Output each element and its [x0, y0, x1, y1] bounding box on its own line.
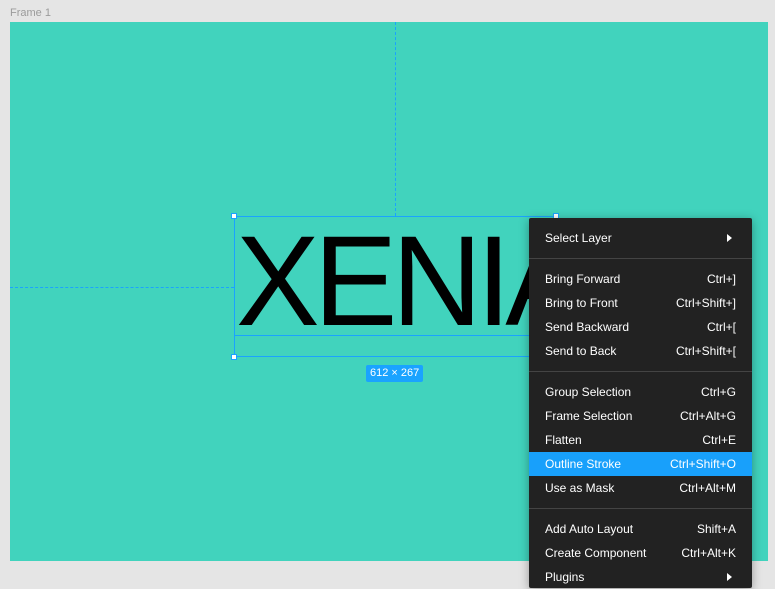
- menu-item-send-to-back[interactable]: Send to Back Ctrl+Shift+[: [529, 339, 752, 363]
- frame-label[interactable]: Frame 1: [10, 7, 51, 19]
- menu-item-send-backward[interactable]: Send Backward Ctrl+[: [529, 315, 752, 339]
- menu-item-label: Select Layer: [545, 231, 612, 245]
- menu-item-shortcut: Ctrl+G: [700, 385, 736, 399]
- horizontal-guide: [10, 287, 234, 288]
- submenu-arrow-icon: [727, 234, 732, 242]
- size-badge: 612 × 267: [366, 365, 424, 382]
- menu-item-label: Bring to Front: [545, 296, 618, 310]
- menu-separator: [529, 258, 752, 259]
- menu-item-bring-to-front[interactable]: Bring to Front Ctrl+Shift+]: [529, 291, 752, 315]
- menu-item-label: Outline Stroke: [545, 457, 622, 471]
- menu-item-select-layer[interactable]: Select Layer: [529, 226, 752, 250]
- menu-item-add-auto-layout[interactable]: Add Auto Layout Shift+A: [529, 517, 752, 541]
- menu-item-shortcut: Ctrl+Alt+M: [679, 481, 736, 495]
- menu-item-plugins[interactable]: Plugins: [529, 565, 752, 589]
- menu-item-label: Flatten: [545, 433, 582, 447]
- menu-item-label: Create Component: [545, 546, 647, 560]
- menu-item-shortcut: Shift+A: [696, 522, 736, 536]
- menu-item-label: Send to Back: [545, 344, 617, 358]
- context-menu: Select Layer Bring Forward Ctrl+] Bring …: [529, 218, 752, 588]
- menu-separator: [529, 508, 752, 509]
- selection-box[interactable]: [231, 213, 559, 360]
- menu-item-label: Add Auto Layout: [545, 522, 634, 536]
- menu-item-create-component[interactable]: Create Component Ctrl+Alt+K: [529, 541, 752, 565]
- menu-item-outline-stroke[interactable]: Outline Stroke Ctrl+Shift+O: [529, 452, 752, 476]
- menu-item-shortcut: Ctrl+]: [706, 272, 736, 286]
- menu-item-label: Bring Forward: [545, 272, 621, 286]
- resize-handle-bottom-left[interactable]: [231, 354, 237, 360]
- menu-item-frame-selection[interactable]: Frame Selection Ctrl+Alt+G: [529, 404, 752, 428]
- menu-item-shortcut: Ctrl+Alt+G: [679, 409, 736, 423]
- menu-item-bring-forward[interactable]: Bring Forward Ctrl+]: [529, 267, 752, 291]
- menu-separator: [529, 371, 752, 372]
- menu-item-shortcut: Ctrl+Shift+[: [675, 344, 736, 358]
- text-baseline: [235, 335, 555, 336]
- vertical-guide: [395, 22, 396, 216]
- menu-item-flatten[interactable]: Flatten Ctrl+E: [529, 428, 752, 452]
- menu-item-group-selection[interactable]: Group Selection Ctrl+G: [529, 380, 752, 404]
- menu-item-label: Plugins: [545, 570, 585, 584]
- menu-item-label: Frame Selection: [545, 409, 633, 423]
- menu-item-shortcut: Ctrl+Shift+O: [669, 457, 736, 471]
- menu-item-shortcut: Ctrl+[: [706, 320, 736, 334]
- menu-item-shortcut: Ctrl+E: [702, 433, 736, 447]
- menu-item-shortcut: Ctrl+Alt+K: [681, 546, 736, 560]
- menu-item-label: Send Backward: [545, 320, 630, 334]
- menu-item-use-as-mask[interactable]: Use as Mask Ctrl+Alt+M: [529, 476, 752, 500]
- menu-item-shortcut: Ctrl+Shift+]: [675, 296, 736, 310]
- resize-handle-top-left[interactable]: [231, 213, 237, 219]
- menu-item-label: Use as Mask: [545, 481, 615, 495]
- menu-item-label: Group Selection: [545, 385, 632, 399]
